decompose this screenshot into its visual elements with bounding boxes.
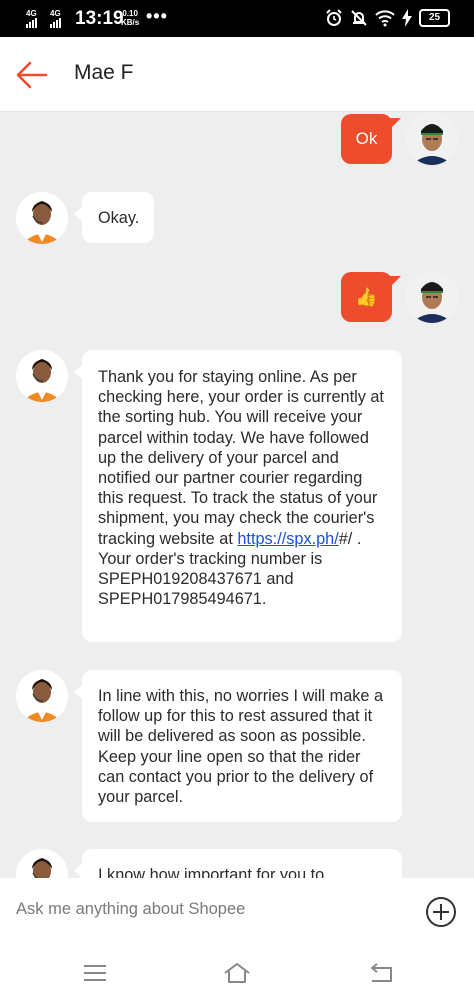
chat-thread[interactable]: Ok Okay. 👍 Thank you for staying online.… — [0, 112, 474, 878]
agent-avatar[interactable] — [16, 192, 68, 244]
message-input-bar: Ask me anything about Shopee — [0, 878, 474, 946]
agent-photo — [16, 192, 68, 244]
system-nav-bar — [0, 946, 474, 1000]
message-incoming[interactable]: Okay. — [74, 192, 154, 243]
agent-avatar[interactable] — [16, 350, 68, 402]
message-incoming[interactable]: Thank you for staying online. As per che… — [74, 350, 402, 642]
wifi-icon — [375, 10, 395, 27]
agent-avatar[interactable] — [16, 670, 68, 722]
message-incoming[interactable]: In line with this, no worries I will mak… — [74, 670, 402, 822]
charging-icon — [402, 9, 412, 27]
network-label-1: 4G — [26, 9, 37, 18]
speed-unit: KB/s — [121, 18, 140, 27]
user-photo — [406, 271, 458, 323]
message-incoming[interactable]: I know how important for you to — [74, 849, 402, 878]
tracking-link[interactable]: https://spx.ph/ — [237, 530, 338, 548]
message-text: In line with this, no worries I will mak… — [98, 687, 384, 807]
agent-photo — [16, 350, 68, 402]
battery-icon: 25 — [419, 9, 450, 27]
status-bar: 4G 4G 13:19 0.10 KB/s ••• 25 — [0, 0, 474, 37]
chat-header: Mae F — [0, 37, 474, 112]
network-speed: 0.10 KB/s — [121, 9, 139, 27]
user-avatar[interactable] — [406, 113, 458, 165]
clock: 13:19 — [75, 8, 124, 29]
more-notifications-icon: ••• — [146, 6, 168, 26]
speed-value: 0.10 — [122, 9, 138, 18]
add-circle-icon[interactable] — [424, 895, 458, 929]
message-input[interactable]: Ask me anything about Shopee — [16, 900, 245, 919]
back-arrow-icon[interactable] — [14, 57, 50, 93]
menu-icon[interactable] — [80, 960, 110, 986]
message-text: I know how important for you to — [98, 866, 325, 878]
agent-photo — [16, 849, 68, 878]
message-outgoing[interactable]: 👍 — [341, 272, 401, 322]
message-text-part: Thank you for staying online. As per che… — [98, 368, 384, 548]
thumbs-up-icon: 👍 — [355, 287, 378, 307]
message-text: Thank you for staying online. As per che… — [82, 350, 402, 625]
home-icon[interactable] — [222, 960, 252, 986]
back-nav-icon[interactable] — [366, 960, 396, 986]
agent-photo — [16, 670, 68, 722]
message-text: Okay. — [98, 209, 140, 227]
message-outgoing[interactable]: Ok — [341, 114, 401, 164]
user-photo — [406, 113, 458, 165]
agent-avatar[interactable] — [16, 849, 68, 878]
signal-icon — [26, 18, 37, 28]
signal-icon — [50, 18, 61, 28]
user-avatar[interactable] — [406, 271, 458, 323]
contact-name: Mae F — [74, 61, 134, 84]
mute-bell-icon — [351, 10, 367, 26]
network-label-2: 4G — [50, 9, 61, 18]
alarm-icon — [326, 9, 342, 26]
